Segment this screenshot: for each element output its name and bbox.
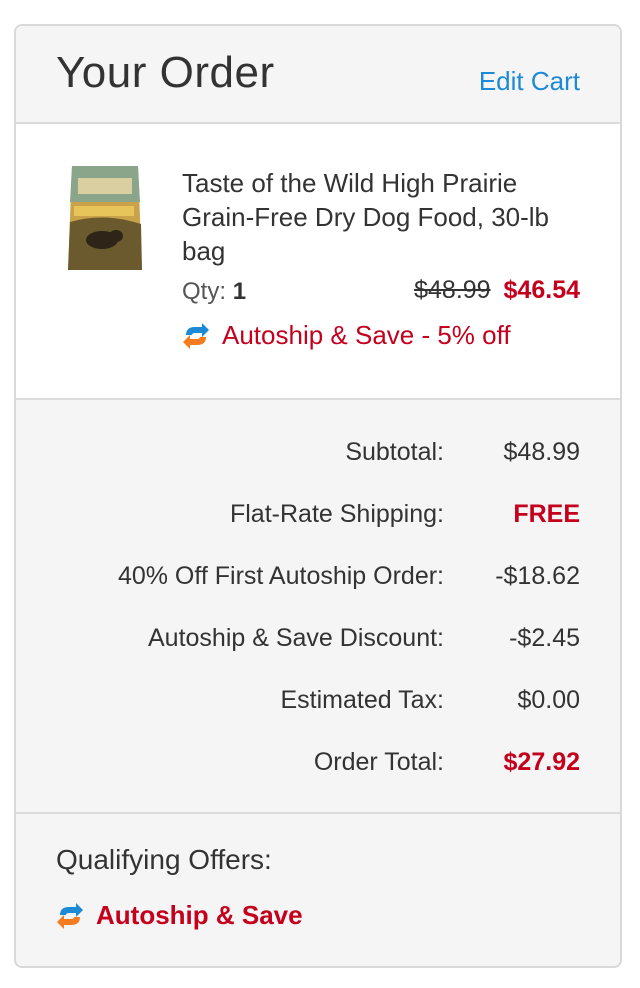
tax-value: $0.00 [517, 686, 580, 714]
original-price: $48.99 [414, 276, 491, 304]
qty-label: Qty: [182, 278, 227, 305]
item-prices: $48.99 $46.54 [414, 276, 580, 305]
shipping-label: Flat-Rate Shipping: [229, 500, 444, 528]
offer-autoship[interactable]: Autoship & Save [56, 900, 303, 931]
page-title: Your Order [56, 48, 275, 97]
cart-item: Taste of the Wild High Prairie Grain-Fre… [16, 124, 620, 400]
first-autoship-discount-value: -$18.62 [495, 562, 580, 590]
shipping-row: Flat-Rate Shipping: FREE [16, 500, 620, 540]
autoship-discount-label: Autoship & Save Discount: [148, 624, 444, 652]
autoship-text: Autoship & Save - 5% off [222, 320, 511, 350]
dog-food-bag-image[interactable] [64, 162, 146, 272]
first-autoship-discount-label: 40% Off First Autoship Order: [117, 562, 444, 590]
order-header: Your Order Edit Cart [16, 26, 620, 124]
shipping-value: FREE [513, 500, 580, 528]
offers-title: Qualifying Offers: [56, 844, 272, 875]
subtotal-value: $48.99 [503, 438, 580, 466]
subtotal-label: Subtotal: [345, 438, 444, 466]
autoship-discount-row: Autoship & Save Discount: -$2.45 [16, 624, 620, 664]
order-total-label: Order Total: [313, 748, 444, 776]
autoship-refresh-icon [183, 322, 209, 349]
autoship-badge: Autoship & Save - 5% off [182, 320, 511, 351]
order-total-value: $27.92 [503, 748, 580, 776]
quantity: Qty: 1 [182, 278, 246, 306]
edit-cart-link[interactable]: Edit Cart [479, 66, 580, 97]
subtotal-row: Subtotal: $48.99 [16, 438, 620, 478]
tax-row: Estimated Tax: $0.00 [16, 686, 620, 726]
product-name[interactable]: Taste of the Wild High Prairie Grain-Fre… [182, 166, 582, 268]
autoship-refresh-icon [57, 902, 83, 929]
offer-label: Autoship & Save [96, 900, 303, 930]
tax-label: Estimated Tax: [280, 686, 444, 714]
order-total-row: Order Total: $27.92 [16, 748, 620, 788]
first-autoship-discount-row: 40% Off First Autoship Order: -$18.62 [16, 562, 620, 602]
order-summary-card: Your Order Edit Cart Taste of the Wild H… [14, 24, 622, 968]
qualifying-offers: Qualifying Offers: Autoship & Save [16, 814, 620, 966]
qty-value: 1 [232, 278, 247, 305]
sale-price: $46.54 [503, 276, 580, 304]
order-totals: Subtotal: $48.99 Flat-Rate Shipping: FRE… [16, 400, 620, 814]
autoship-discount-value: -$2.45 [509, 624, 580, 652]
